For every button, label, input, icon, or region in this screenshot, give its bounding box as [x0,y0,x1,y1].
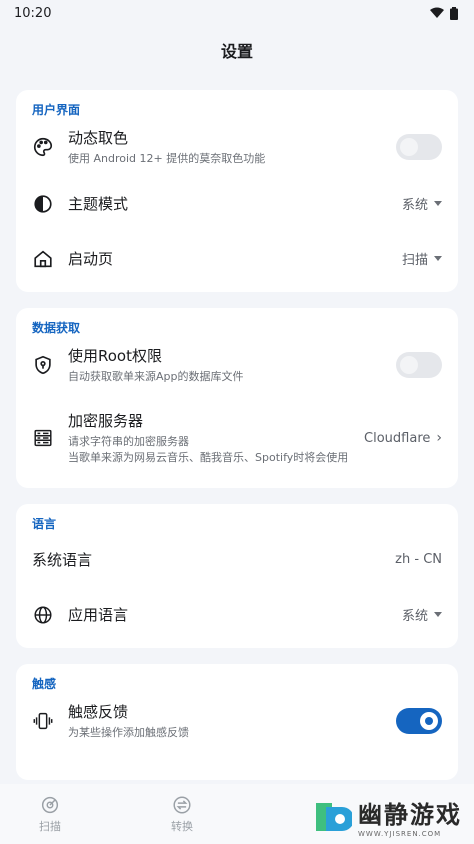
root-toggle[interactable] [396,352,442,378]
start-page-dropdown[interactable]: 扫描 [402,249,442,268]
encrypt-server-link[interactable]: Cloudflare › [364,430,442,446]
home-icon [32,248,54,270]
setting-title: 系统语言 [32,551,93,569]
contrast-icon [32,193,54,215]
section-data: 数据获取 使用Root权限 自动获取歌单来源App的数据库文件 加密服务器 请求… [16,308,458,488]
theme-mode-dropdown[interactable]: 系统 [402,194,442,213]
setting-title: 动态取色 [68,129,129,147]
dropdown-value: 系统 [401,198,428,213]
vibration-icon [32,710,54,732]
watermark: 幽静游戏 WWW.YJISREN.COM [312,795,462,838]
section-haptics: 触感 触感反馈 为某些操作添加触感反馈 [16,664,458,780]
setting-root[interactable]: 使用Root权限 自动获取歌单来源App的数据库文件 [16,336,458,394]
setting-theme-mode[interactable]: 主题模式 系统 [16,176,458,231]
watermark-text: 幽静游戏 WWW.YJISREN.COM [358,795,462,838]
setting-subtitle: 使用 Android 12+ 提供的莫奈取色功能 [68,152,266,165]
settings-list: 用户界面 动态取色 使用 Android 12+ 提供的莫奈取色功能 主题模式 … [0,90,474,780]
section-language: 语言 系统语言 zh - CN 应用语言 系统 [16,504,458,648]
dropdown-arrow-icon [434,612,442,617]
shield-icon [32,354,54,376]
scan-icon [41,796,59,814]
dropdown-arrow-icon [434,201,442,206]
toggle-knob [420,712,438,730]
dropdown-arrow-icon [434,256,442,261]
section-header-data: 数据获取 [32,320,81,335]
haptic-feedback-toggle[interactable] [396,708,442,734]
status-time: 10:20 [14,5,52,21]
section-header-language: 语言 [32,516,57,531]
setting-title: 使用Root权限 [68,347,162,365]
setting-haptic-feedback[interactable]: 触感反馈 为某些操作添加触感反馈 [16,692,458,750]
watermark-logo-icon [316,802,352,831]
app-language-dropdown[interactable]: 系统 [402,605,442,624]
setting-system-language: 系统语言 zh - CN [16,532,458,587]
dynamic-color-toggle[interactable] [396,134,442,160]
battery-icon [450,6,458,20]
watermark-sub: WWW.YJISREN.COM [358,830,442,838]
watermark-main: 幽静游戏 [358,801,462,829]
globe-icon [32,604,54,626]
status-bar: 10:20 [0,0,474,26]
section-header-ui: 用户界面 [32,102,81,117]
nav-convert[interactable]: 转换 [154,794,210,834]
setting-encrypt-server[interactable]: 加密服务器 请求字符串的加密服务器 当歌单来源为网易云音乐、酷我音乐、Spoti… [16,394,458,482]
setting-subtitle-extra: 当歌单来源为网易云音乐、酷我音乐、Spotify时将会使用 [68,451,349,464]
dropdown-value: 扫描 [401,253,428,268]
status-icons [430,6,458,20]
nav-label: 扫描 [39,820,61,833]
toggle-knob [400,138,418,156]
section-header-haptics: 触感 [32,676,57,691]
palette-icon [32,136,54,158]
setting-subtitle: 请求字符串的加密服务器 [68,435,189,448]
setting-app-language[interactable]: 应用语言 系统 [16,587,458,642]
page-title: 设置 [220,42,253,61]
nav-label: 转换 [171,820,193,833]
setting-title: 触感反馈 [68,703,129,721]
wifi-icon [430,7,444,18]
server-icon [32,427,54,449]
chevron-right-icon: › [436,430,442,446]
nav-scan[interactable]: 扫描 [22,794,78,834]
setting-subtitle: 自动获取歌单来源App的数据库文件 [68,370,244,383]
toggle-knob [400,356,418,374]
setting-title: 主题模式 [68,195,129,213]
dropdown-value: 系统 [401,609,428,624]
setting-dynamic-color[interactable]: 动态取色 使用 Android 12+ 提供的莫奈取色功能 [16,118,458,176]
setting-title: 加密服务器 [68,412,144,430]
section-ui: 用户界面 动态取色 使用 Android 12+ 提供的莫奈取色功能 主题模式 … [16,90,458,292]
server-value: Cloudflare [364,430,431,446]
setting-subtitle: 为某些操作添加触感反馈 [68,726,189,739]
system-language-value: zh - CN [395,552,442,567]
setting-title: 启动页 [68,250,114,268]
setting-title: 应用语言 [68,606,129,624]
convert-icon [173,796,191,814]
setting-start-page[interactable]: 启动页 扫描 [16,231,458,286]
